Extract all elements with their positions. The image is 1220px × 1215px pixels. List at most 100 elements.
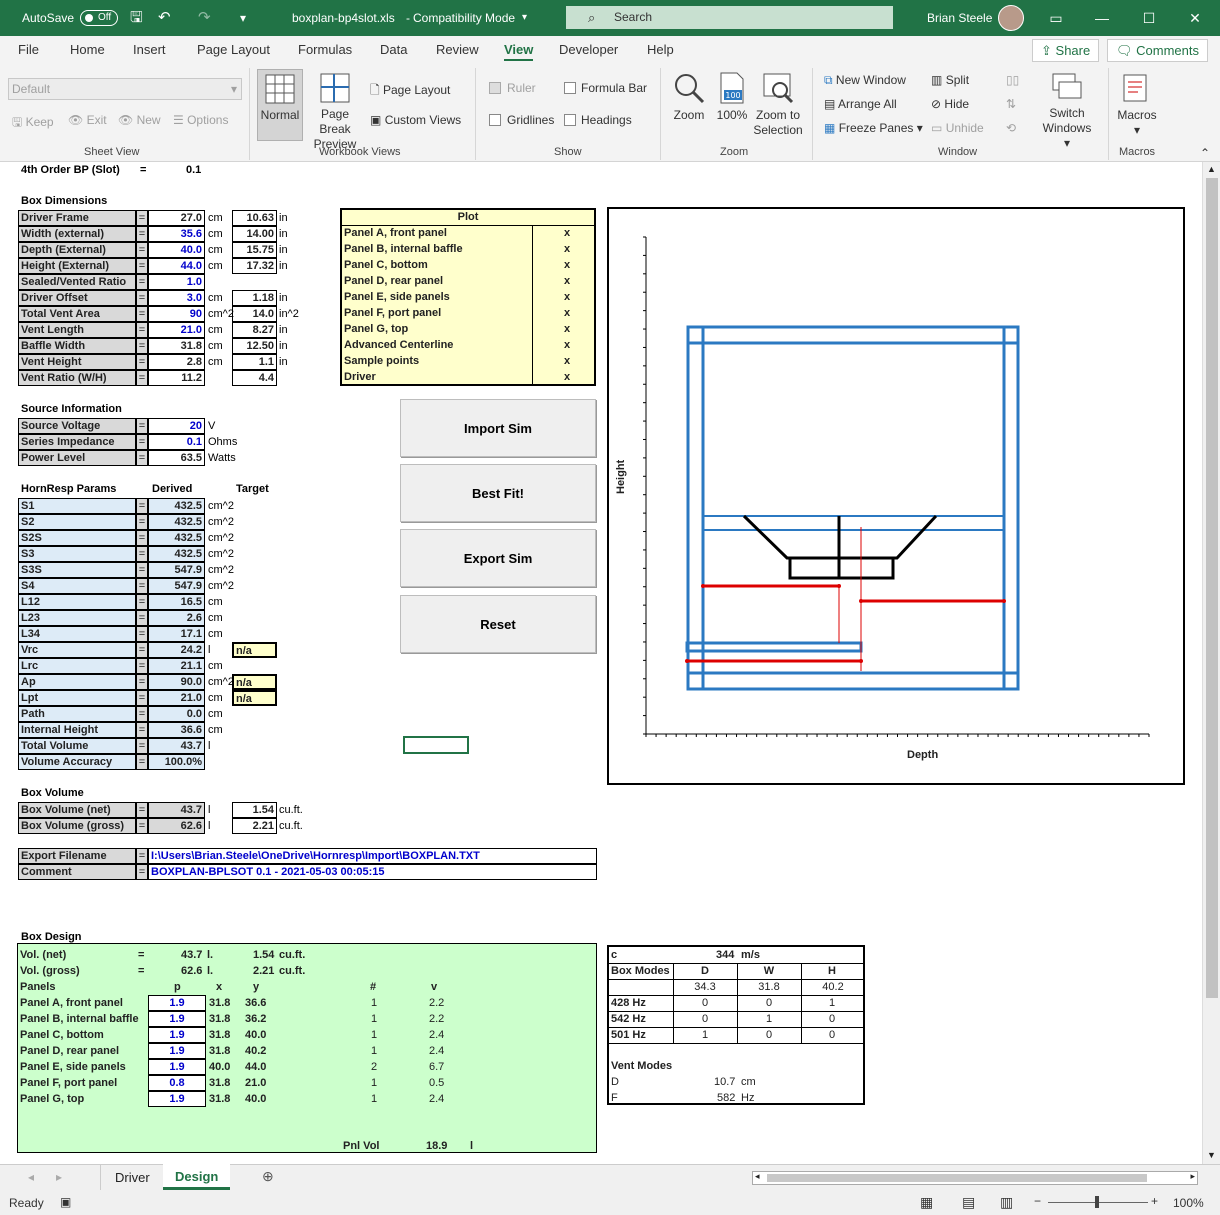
plot-option-row[interactable]: Panel E, side panels x (342, 290, 594, 306)
plot-option-flag[interactable]: x (564, 242, 570, 257)
tab-review[interactable]: Review (436, 42, 479, 57)
panel-p-input[interactable]: 1.9 (148, 1091, 206, 1107)
search-input[interactable]: ⌕ Search (566, 6, 893, 29)
tab-formulas[interactable]: Formulas (298, 42, 352, 57)
dim-value[interactable]: 44.0 (148, 258, 205, 274)
add-sheet-icon[interactable]: ⊕ (262, 1168, 274, 1185)
gridlines-checkbox[interactable] (489, 114, 501, 126)
plot-option-row[interactable]: Panel G, top x (342, 322, 594, 338)
macros-button[interactable]: Macros ▾ (1114, 72, 1160, 138)
export-sim-button[interactable]: Export Sim (400, 529, 596, 587)
tab-scroll-left-icon[interactable]: ◂ (28, 1170, 34, 1184)
close-icon[interactable]: ✕ (1172, 0, 1218, 36)
zoom-slider-thumb[interactable] (1095, 1196, 1099, 1208)
tab-design[interactable]: Design (163, 1164, 231, 1190)
new-window-button[interactable]: ⧉ New Window (824, 73, 906, 88)
plot-option-row[interactable]: Panel A, front panel x (342, 226, 594, 242)
maximize-icon[interactable]: ☐ (1126, 0, 1172, 36)
avatar[interactable] (998, 5, 1024, 31)
plot-option-flag[interactable]: x (564, 370, 570, 385)
panel-p-input[interactable]: 0.8 (148, 1075, 206, 1091)
comments-button[interactable]: 🗨 Comments (1107, 39, 1208, 62)
dim-value[interactable]: 1.0 (148, 274, 205, 290)
selected-cell[interactable] (403, 736, 469, 754)
hornresp-target[interactable]: n/a (232, 642, 277, 658)
compat-mode[interactable]: Compatibility Mode (413, 0, 515, 36)
tab-home[interactable]: Home (70, 42, 105, 57)
plot-option-flag[interactable]: x (564, 258, 570, 273)
ruler-checkbox[interactable] (489, 82, 501, 94)
autosave-toggle[interactable]: Off (80, 10, 118, 26)
zoom-button[interactable]: Zoom (668, 72, 710, 123)
save-icon[interactable]: 🖫 (130, 0, 143, 36)
new-button[interactable]: 👁 New (118, 113, 161, 127)
plot-option-flag[interactable]: x (564, 226, 570, 241)
dim-value[interactable]: 35.6 (148, 226, 205, 242)
sync-scroll-icon[interactable]: ⇅ (1006, 97, 1016, 111)
macro-record-icon[interactable]: ▣ (60, 1195, 71, 1209)
collapse-ribbon-icon[interactable]: ⌃ (1200, 146, 1210, 160)
undo-icon[interactable]: ↶ (158, 0, 171, 36)
share-button[interactable]: ⇪ Share (1032, 39, 1100, 62)
plot-option-row[interactable]: Panel C, bottom x (342, 258, 594, 274)
reset-position-icon[interactable]: ⟲ (1006, 121, 1016, 135)
minimize-icon[interactable]: — (1079, 0, 1125, 36)
dim-value[interactable]: 21.0 (148, 322, 205, 338)
hornresp-target[interactable]: n/a (232, 674, 277, 690)
view-side-by-side-icon[interactable]: ▯▯ (1006, 73, 1019, 87)
arrange-all-button[interactable]: ▤ Arrange All (824, 97, 897, 111)
panel-p-input[interactable]: 1.9 (148, 1059, 206, 1075)
zoom-100-button[interactable]: 100 100% (714, 72, 750, 123)
plot-option-row[interactable]: Driver x (342, 370, 594, 386)
plot-option-flag[interactable]: x (564, 354, 570, 369)
tab-view[interactable]: View (504, 42, 534, 61)
tab-help[interactable]: Help (647, 42, 674, 57)
ribbon-display-icon[interactable]: ▭ (1033, 0, 1079, 36)
horizontal-scrollbar[interactable]: ◂ ▸ (752, 1171, 1198, 1185)
best-fit-button[interactable]: Best Fit! (400, 464, 596, 522)
formula-bar-checkbox[interactable] (564, 82, 576, 94)
tab-page-layout[interactable]: Page Layout (197, 42, 270, 57)
page-layout-button[interactable]: 🗋 Page Layout (370, 81, 450, 102)
plot-option-row[interactable]: Panel F, port panel x (342, 306, 594, 322)
hide-button[interactable]: ⊘ Hide (931, 97, 969, 111)
zoom-in-icon[interactable]: + (1151, 1194, 1158, 1208)
redo-icon[interactable]: ↷ (198, 0, 211, 36)
keep-button[interactable]: 🖫 Keep (12, 113, 54, 134)
panel-p-input[interactable]: 1.9 (148, 995, 206, 1011)
box-plot-chart[interactable]: Height Depth (607, 207, 1185, 785)
tab-driver[interactable]: Driver (100, 1165, 165, 1190)
zoom-level[interactable]: 100% (1173, 1196, 1204, 1210)
custom-views-button[interactable]: ▣ Custom Views (370, 113, 461, 127)
reset-button[interactable]: Reset (400, 595, 596, 653)
plot-option-flag[interactable]: x (564, 274, 570, 289)
source-value[interactable]: 0.1 (148, 434, 205, 450)
switch-windows-button[interactable]: Switch Windows ▾ (1036, 72, 1098, 151)
zoom-selection-button[interactable]: Zoom to Selection (752, 72, 804, 138)
scroll-thumb[interactable] (1206, 178, 1218, 998)
plot-option-row[interactable]: Advanced Centerline x (342, 338, 594, 354)
comment-value[interactable]: BOXPLAN-BPLSOT 0.1 - 2021-05-03 00:05:15 (148, 864, 597, 880)
source-value[interactable]: 20 (148, 418, 205, 434)
user-name[interactable]: Brian Steele (927, 0, 992, 36)
panel-p-input[interactable]: 1.9 (148, 1011, 206, 1027)
freeze-panes-button[interactable]: ▦ Freeze Panes ▾ (824, 121, 923, 135)
sheet-view-dropdown[interactable]: Default ▾ (8, 78, 242, 100)
qat-customize-icon[interactable]: ▾ (240, 0, 246, 36)
tab-developer[interactable]: Developer (559, 42, 618, 57)
page-break-preview-button[interactable]: Page Break Preview (305, 69, 365, 152)
import-sim-button[interactable]: Import Sim (400, 399, 596, 457)
split-button[interactable]: ▥ Split (931, 73, 969, 87)
vertical-scrollbar[interactable]: ▲ ▼ (1202, 162, 1220, 1164)
page-layout-view-icon[interactable]: ▤ (962, 1194, 975, 1211)
hornresp-target[interactable]: n/a (232, 690, 277, 706)
chevron-down-icon[interactable]: ▾ (522, 0, 527, 36)
plot-option-flag[interactable]: x (564, 306, 570, 321)
plot-option-row[interactable]: Panel B, internal baffle x (342, 242, 594, 258)
tab-insert[interactable]: Insert (133, 42, 166, 57)
options-button[interactable]: ☰ Options (173, 113, 228, 127)
plot-option-flag[interactable]: x (564, 338, 570, 353)
plot-option-row[interactable]: Sample points x (342, 354, 594, 370)
dim-value[interactable]: 90 (148, 306, 205, 322)
tab-data[interactable]: Data (380, 42, 407, 57)
